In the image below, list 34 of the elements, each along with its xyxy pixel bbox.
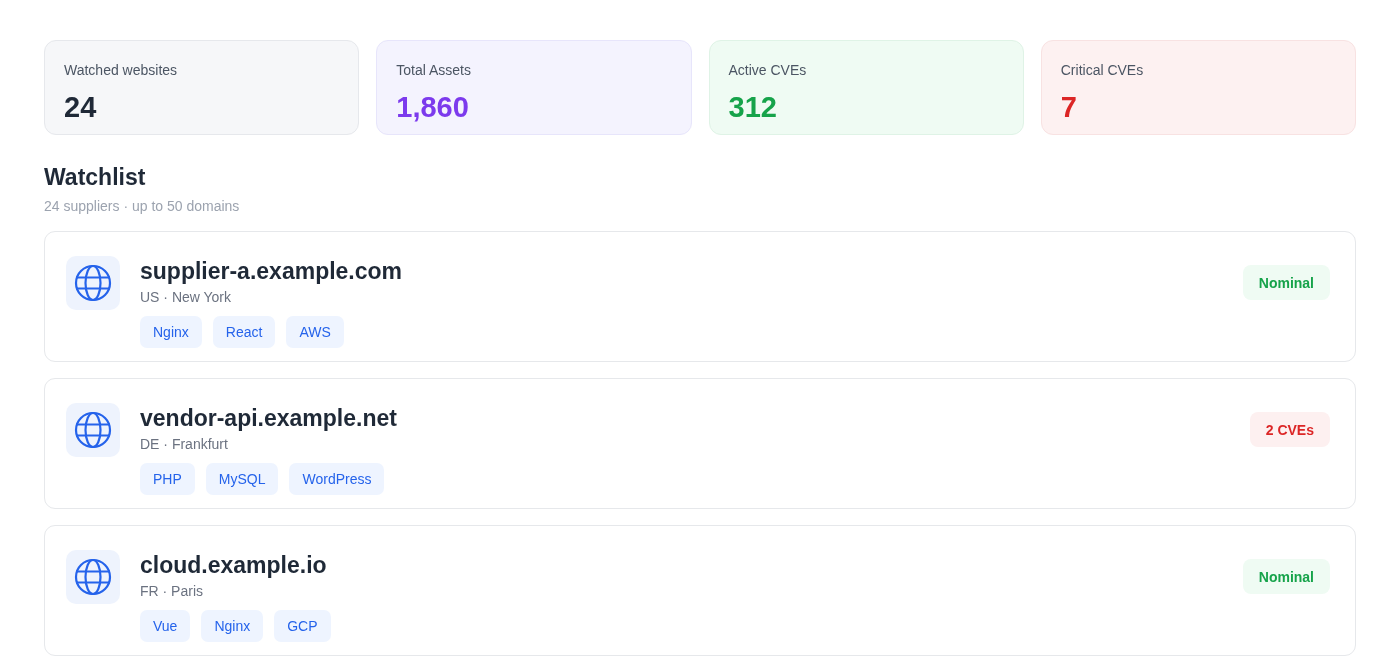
tech-tag: Nginx [140, 316, 202, 348]
tech-tag: MySQL [205, 463, 279, 495]
stat-value: 1,860 [396, 90, 469, 124]
status-badge: 2 CVEs [1249, 412, 1330, 447]
stat-value: 7 [1060, 90, 1077, 124]
site-domain: supplier-a.example.com [140, 257, 403, 286]
site-card[interactable]: cloud.example.io FR · Paris Vue Nginx GCP Nominal [44, 525, 1356, 656]
site-location: US · New York [140, 288, 232, 306]
tech-tag: GCP [274, 610, 331, 642]
status-badge: Nominal [1242, 265, 1330, 300]
stat-label: Critical CVEs [1060, 61, 1145, 79]
tech-tag: PHP [140, 463, 195, 495]
stat-label: Watched websites [64, 61, 179, 79]
tech-tag: React [212, 316, 276, 348]
stat-label: Total Assets [396, 61, 472, 79]
tech-tag: Vue [140, 610, 191, 642]
tech-tag: Nginx [201, 610, 264, 642]
globe-icon [66, 256, 120, 310]
section-subtitle: 24 suppliers · up to 50 domains [44, 197, 240, 215]
globe-icon [66, 550, 120, 604]
site-card[interactable]: supplier-a.example.com US · New York Nginx React AWS Nominal [44, 231, 1356, 362]
section-title: Watchlist [44, 163, 146, 192]
site-location: FR · Paris [140, 582, 203, 600]
site-domain: cloud.example.io [140, 551, 327, 580]
status-badge: Nominal [1242, 559, 1330, 594]
stat-value: 24 [64, 90, 97, 124]
tech-tag: WordPress [289, 463, 385, 495]
site-card[interactable]: vendor-api.example.net DE · Frankfurt PHP MySQL WordPress 2 CVEs [44, 378, 1356, 509]
tech-tag: AWS [286, 316, 344, 348]
stat-label: Active CVEs [728, 61, 808, 79]
site-location: DE · Frankfurt [140, 435, 228, 453]
site-domain: vendor-api.example.net [140, 404, 397, 433]
globe-icon [66, 403, 120, 457]
stat-value: 312 [728, 90, 777, 124]
